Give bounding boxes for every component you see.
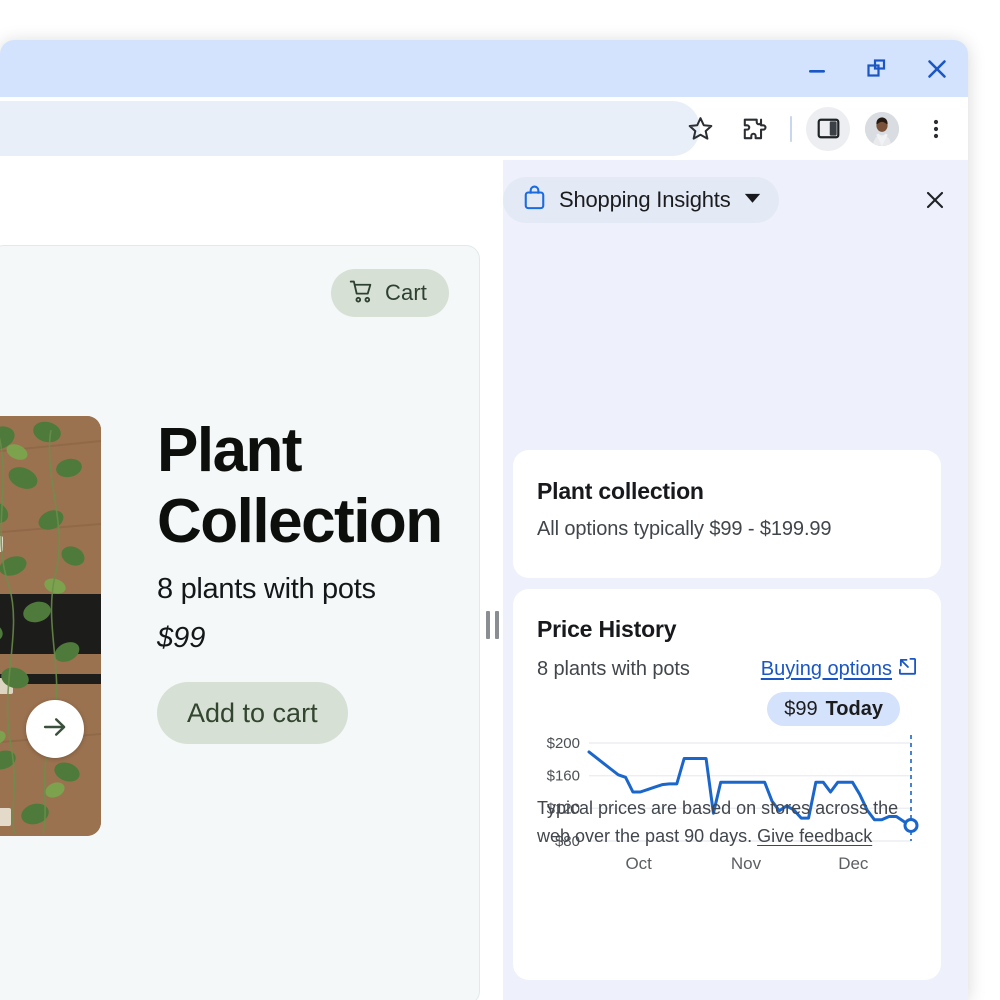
today-price-badge: $99 Today: [767, 692, 900, 726]
price-history-subtitle: 8 plants with pots: [537, 658, 690, 680]
profile-avatar[interactable]: [860, 107, 904, 151]
price-history-footnote: Typical prices are based on stores acros…: [537, 795, 921, 850]
svg-text:Nov: Nov: [731, 854, 762, 873]
restore-icon[interactable]: [860, 52, 894, 86]
svg-text:$160: $160: [547, 768, 580, 785]
add-to-cart-button[interactable]: Add to cart: [157, 682, 348, 745]
chevron-down-icon: [744, 191, 761, 209]
title-bar: [0, 40, 968, 97]
summary-subtitle: All options typically $99 - $199.99: [537, 518, 832, 540]
toolbar-divider: [790, 115, 792, 142]
svg-text:Dec: Dec: [838, 854, 869, 873]
external-link-icon: [898, 657, 917, 682]
panel-resize-handle[interactable]: [481, 245, 503, 1000]
avatar: [865, 111, 899, 146]
svg-text:Oct: Oct: [625, 854, 652, 873]
price-history-card: Price History 8 plants with pots Buying …: [513, 589, 941, 980]
close-panel-button[interactable]: [916, 181, 954, 219]
svg-text:$200: $200: [547, 735, 580, 752]
next-image-button[interactable]: [26, 700, 84, 758]
product-image: [0, 416, 101, 836]
extensions-puzzle-icon[interactable]: [732, 107, 776, 151]
toolbar-icons: [678, 101, 958, 156]
shopping-insights-panel: Shopping Insights Plant collection All o…: [503, 160, 968, 1000]
screenshot-root: Cart Plant Collection 8 plants with pots…: [0, 0, 1000, 1000]
browser-window: Cart Plant Collection 8 plants with pots…: [0, 40, 968, 1000]
resize-grip-icon: [485, 611, 499, 639]
summary-card: Plant collection All options typically $…: [513, 450, 941, 578]
cart-button-label: Cart: [385, 280, 427, 305]
side-panel-header: Shopping Insights: [503, 170, 968, 230]
shopping-bag-icon: [523, 185, 546, 215]
bookmark-star-icon[interactable]: [678, 107, 722, 151]
product-info: Plant Collection 8 plants with pots $99 …: [157, 416, 467, 745]
price-history-title: Price History: [537, 616, 677, 642]
product-title-line1: Plant: [157, 416, 303, 485]
arrow-right-icon: [41, 713, 69, 746]
address-bar[interactable]: [0, 101, 700, 156]
buying-options-link[interactable]: Buying options: [761, 657, 917, 682]
panel-title: Shopping Insights: [559, 187, 731, 212]
summary-title: Plant collection: [537, 478, 704, 504]
page-content: Cart Plant Collection 8 plants with pots…: [0, 160, 968, 1000]
buying-options-label: Buying options: [760, 658, 892, 680]
cart-button[interactable]: Cart: [331, 269, 449, 317]
close-icon[interactable]: [920, 52, 954, 86]
browser-toolbar: [0, 97, 968, 160]
side-panel-icon[interactable]: [806, 106, 850, 151]
give-feedback-link[interactable]: Give feedback: [757, 826, 872, 846]
today-label: Today: [825, 697, 883, 720]
panel-selector-dropdown[interactable]: Shopping Insights: [503, 177, 779, 223]
minimize-icon[interactable]: [800, 52, 834, 86]
product-title-line2: Collection: [157, 486, 443, 556]
today-amount: $99: [784, 697, 818, 720]
product-page: Cart Plant Collection 8 plants with pots…: [0, 245, 480, 1000]
window-controls: [800, 40, 954, 97]
cart-icon: [349, 279, 375, 308]
more-menu-icon[interactable]: [914, 107, 958, 151]
product-subtitle: 8 plants with pots: [157, 573, 376, 606]
product-price: $99: [157, 622, 206, 655]
product-title: Plant Collection: [157, 416, 467, 557]
